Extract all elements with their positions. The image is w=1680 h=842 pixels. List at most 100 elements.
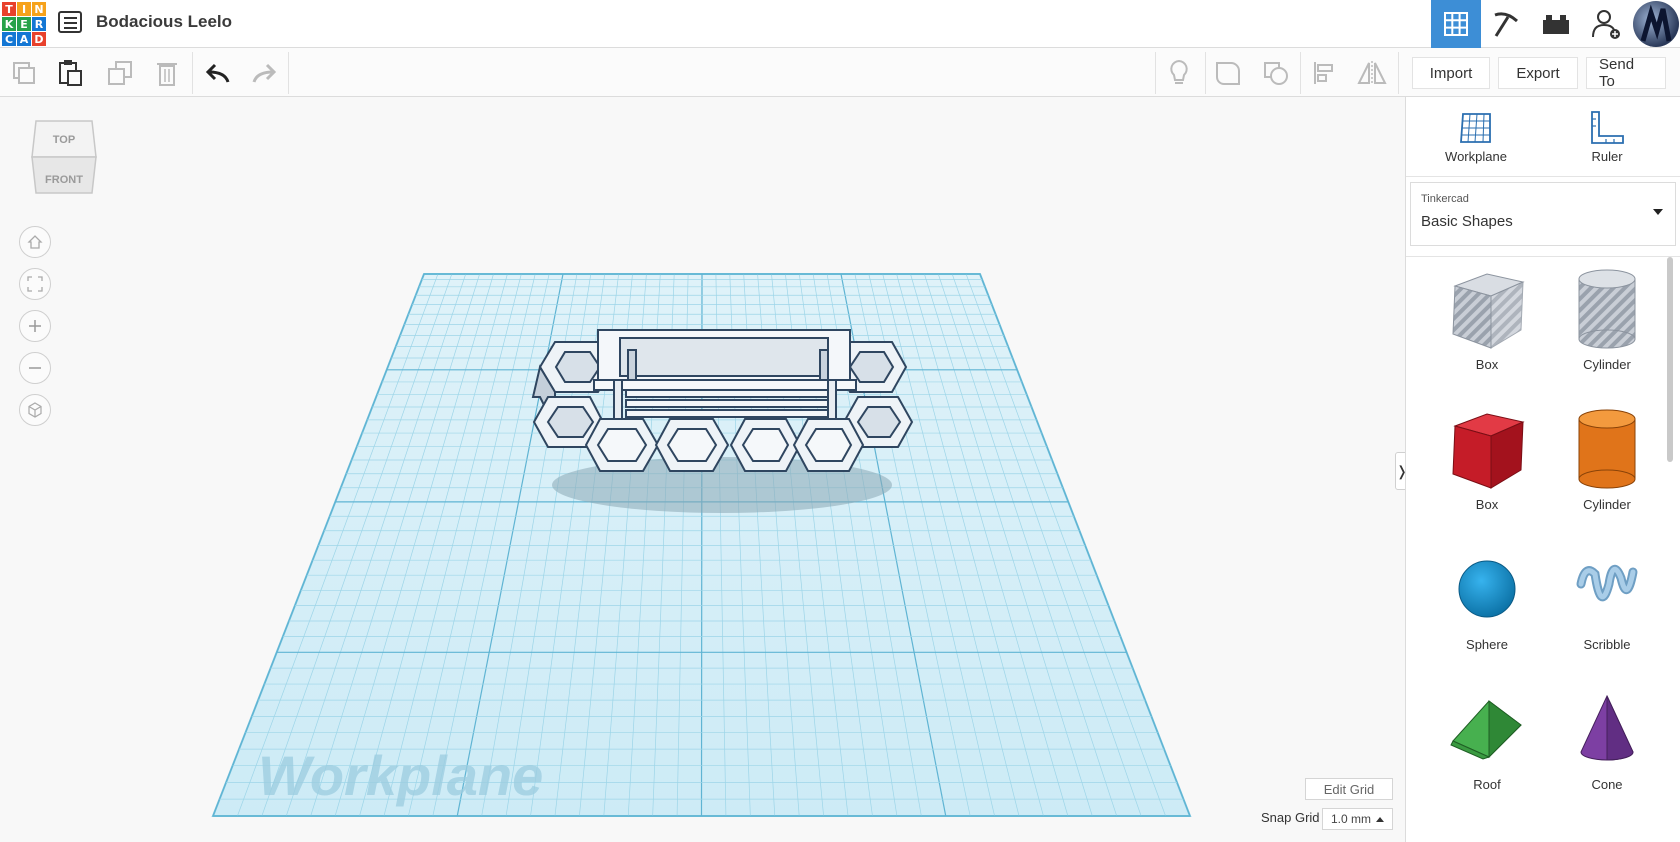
snap-grid-select[interactable]: 1.0 mm xyxy=(1322,808,1393,830)
mode-codeblocks-button[interactable] xyxy=(1481,0,1531,48)
panel-divider xyxy=(1406,176,1680,177)
copy-button[interactable] xyxy=(8,57,40,89)
align-icon xyxy=(1314,62,1333,84)
library-name: Basic Shapes xyxy=(1421,213,1513,230)
cylinder-hole-icon xyxy=(1578,269,1636,349)
logo-letter: K xyxy=(2,17,16,31)
duplicate-button[interactable] xyxy=(104,57,136,89)
delete-button[interactable] xyxy=(151,57,183,89)
3d-viewport[interactable]: TOP FRONT Workplane Edit Grid Snap Grid … xyxy=(0,97,1409,842)
grid-icon xyxy=(1444,12,1468,36)
project-title[interactable]: Bodacious Leelo xyxy=(96,12,232,32)
workplane-watermark: Workplane xyxy=(258,744,543,807)
shape-grid: Box Cylinder Box Cylinder Sphere Scribbl… xyxy=(1406,257,1668,842)
shape-roof[interactable]: Roof xyxy=(1427,681,1547,801)
logo-letter: D xyxy=(32,32,46,46)
logo-letter: C xyxy=(2,32,16,46)
toolbar-divider xyxy=(192,52,193,94)
edit-grid-button[interactable]: Edit Grid xyxy=(1305,778,1393,800)
workplane-icon xyxy=(1460,113,1491,143)
tinkercad-logo[interactable]: T I N K E R C A D xyxy=(2,2,46,46)
paste-icon xyxy=(59,60,82,86)
toolbar-divider xyxy=(1300,52,1301,94)
ruler-icon xyxy=(1591,111,1624,144)
undo-button[interactable] xyxy=(202,57,234,89)
shape-label: Cylinder xyxy=(1583,497,1631,512)
export-button[interactable]: Export xyxy=(1498,57,1578,89)
ruler-tool-button[interactable]: Ruler xyxy=(1557,107,1657,164)
align-button[interactable] xyxy=(1309,57,1341,89)
mode-3d-design-button[interactable] xyxy=(1431,0,1481,48)
hexagon-model[interactable] xyxy=(531,329,914,472)
undo-icon xyxy=(205,63,230,83)
toolbar-divider xyxy=(288,52,289,94)
shape-box[interactable]: Box xyxy=(1427,401,1547,521)
snap-grid-value: 1.0 mm xyxy=(1331,812,1372,826)
shape-label: Sphere xyxy=(1466,637,1508,652)
brick-icon xyxy=(1543,15,1569,34)
shape-cone[interactable]: Cone xyxy=(1547,681,1667,801)
workplane-tool-button[interactable]: Workplane xyxy=(1426,107,1526,164)
library-source-label: Tinkercad xyxy=(1421,193,1469,205)
shape-label: Box xyxy=(1475,357,1499,372)
box-icon xyxy=(1452,413,1525,489)
lightbulb-icon xyxy=(1170,59,1188,84)
scribble-icon xyxy=(1576,564,1638,602)
shape-box-hole[interactable]: Box xyxy=(1427,261,1547,381)
toolbar-divider xyxy=(1398,52,1399,94)
cone-icon xyxy=(1580,694,1634,761)
snap-grid-label: Snap Grid xyxy=(1261,810,1320,825)
add-user-icon xyxy=(1592,10,1620,39)
copy-icon xyxy=(13,62,35,84)
shape-sphere[interactable]: Sphere xyxy=(1427,541,1547,661)
cylinder-icon xyxy=(1578,409,1636,489)
paste-button[interactable] xyxy=(54,57,86,89)
workplane-scene: Workplane xyxy=(211,273,1192,817)
shape-scribble[interactable]: Scribble xyxy=(1547,541,1667,661)
panel-scrollbar[interactable] xyxy=(1667,257,1673,462)
shape-library-select[interactable]: Tinkercad Basic Shapes xyxy=(1410,182,1676,246)
toolbar-divider xyxy=(1155,52,1156,94)
mirror-icon xyxy=(1357,61,1387,85)
design-list-icon[interactable] xyxy=(58,11,82,33)
user-avatar[interactable] xyxy=(1633,1,1679,47)
ungroup-icon xyxy=(1264,62,1288,85)
pickaxe-icon xyxy=(1494,12,1519,37)
shape-label: Cylinder xyxy=(1583,357,1631,372)
redo-button[interactable] xyxy=(248,57,280,89)
top-bar: T I N K E R C A D Bodacious Leelo xyxy=(0,0,1680,48)
mode-bricks-button[interactable] xyxy=(1531,0,1581,48)
shape-label: Scribble xyxy=(1583,637,1631,652)
sphere-icon xyxy=(1458,560,1516,618)
toolbar-divider xyxy=(1205,52,1206,94)
logo-letter: I xyxy=(17,2,31,16)
logo-letter: A xyxy=(17,32,31,46)
box-hole-icon xyxy=(1452,273,1525,349)
mirror-button[interactable] xyxy=(1356,57,1388,89)
ruler-tool-label: Ruler xyxy=(1591,149,1623,164)
workplane-tool-label: Workplane xyxy=(1445,149,1507,164)
group-button[interactable] xyxy=(1212,57,1244,89)
invite-user-button[interactable] xyxy=(1581,0,1631,48)
notes-button[interactable] xyxy=(1163,57,1195,89)
logo-letter: E xyxy=(17,17,31,31)
edit-toolbar: Import Export Send To xyxy=(0,48,1680,97)
shape-cylinder-hole[interactable]: Cylinder xyxy=(1547,261,1667,381)
send-to-button[interactable]: Send To xyxy=(1586,56,1666,90)
ungroup-button[interactable] xyxy=(1260,57,1292,89)
roof-icon xyxy=(1450,700,1522,760)
duplicate-icon xyxy=(108,61,132,85)
logo-letter: N xyxy=(32,2,46,16)
import-button[interactable]: Import xyxy=(1412,57,1490,89)
logo-letter: T xyxy=(2,2,16,16)
trash-icon xyxy=(157,63,177,86)
shapes-panel: Workplane Ruler Tinkercad Basic Shapes B… xyxy=(1405,97,1680,842)
shape-label: Box xyxy=(1475,497,1499,512)
logo-letter: R xyxy=(32,17,46,31)
avatar-image xyxy=(1640,4,1672,42)
caret-up-icon xyxy=(1376,817,1384,822)
shape-cylinder[interactable]: Cylinder xyxy=(1547,401,1667,521)
redo-icon xyxy=(252,63,277,83)
caret-down-icon xyxy=(1653,209,1663,215)
shape-label: Cone xyxy=(1591,777,1623,792)
